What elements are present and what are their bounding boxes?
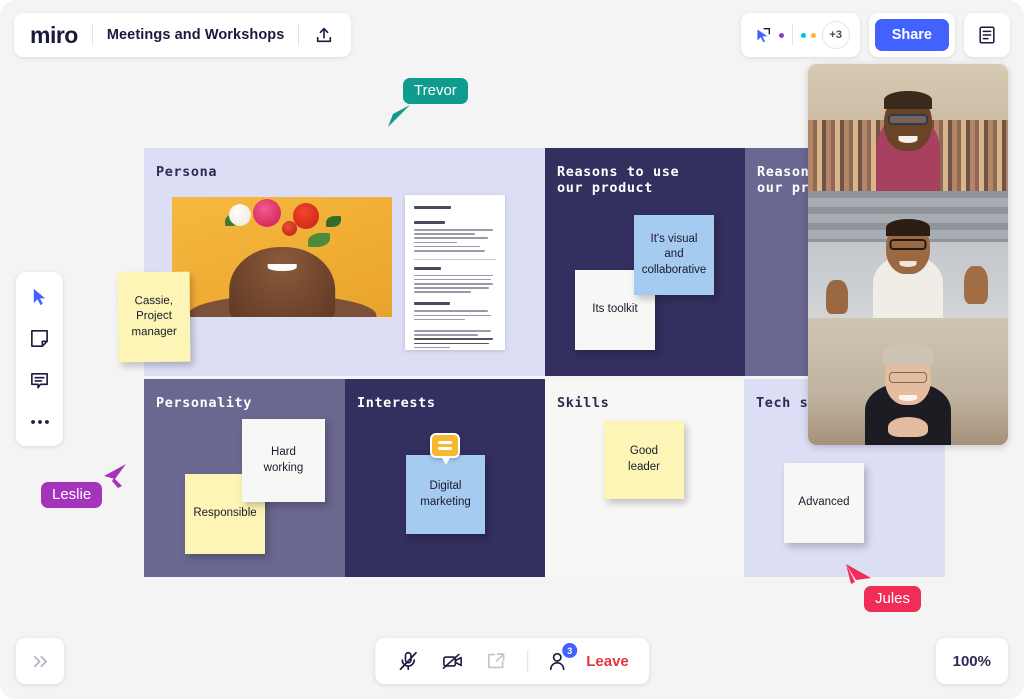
persona-cell-title: Persona (156, 164, 218, 180)
share-group: Share (868, 13, 955, 57)
doc-heading-3 (414, 302, 451, 306)
flower-red (293, 203, 319, 229)
sticky-text: Hard working (263, 445, 304, 474)
avatar-1[interactable] (778, 32, 784, 38)
avatar-divider (791, 24, 793, 46)
sticky-text: Advanced (798, 496, 850, 509)
camera-off-icon[interactable] (439, 648, 465, 674)
sticky-digital-marketing[interactable]: Digital marketing (406, 455, 485, 534)
cursor-label-leslie: Leslie (41, 482, 103, 508)
sticky-text: It's visual and collaborative (641, 232, 707, 276)
comment-tool[interactable] (25, 366, 55, 394)
sticky-text: Responsible (193, 507, 257, 520)
call-controls-bar: 3 Leave (375, 638, 649, 684)
video-tile-1-smile (898, 136, 918, 143)
board-name[interactable]: Meetings and Workshops (107, 27, 285, 43)
share-button[interactable]: Share (874, 19, 949, 51)
avatar-2[interactable] (800, 32, 806, 38)
reasons-cell-1-title: Reasons to use our product (557, 164, 680, 196)
sticky-advanced[interactable]: Advanced (784, 463, 864, 543)
video-tile-2-hair (886, 219, 930, 236)
comment-line-1 (438, 441, 452, 444)
avatar-3[interactable] (810, 32, 816, 38)
sticky-cassie[interactable]: Cassie, Project manager (117, 271, 191, 363)
personality-cell-title: Personality (156, 395, 253, 411)
select-tool[interactable] (25, 282, 55, 310)
more-collaborators-badge[interactable]: +3 (821, 21, 850, 49)
screen-share-icon[interactable] (483, 648, 509, 674)
video-tile-2-thumb-left (826, 280, 848, 314)
sticky-note-tool[interactable] (25, 324, 55, 352)
sticky-hard-working[interactable]: Hard working (242, 419, 325, 502)
left-toolbar (16, 272, 63, 446)
miro-app-window: Persona Reasons to use our product Reaso… (0, 0, 1024, 699)
cursor-arrow-leslie (104, 464, 126, 488)
cursor-arrow-jules (846, 564, 871, 584)
doc-heading-1 (414, 206, 451, 209)
doc-subheading-1 (414, 221, 446, 224)
participant-count-badge: 3 (562, 643, 578, 658)
more-tools[interactable] (25, 408, 55, 436)
comment-badge[interactable] (430, 433, 460, 465)
top-right-controls: +3 Share (740, 13, 1010, 57)
sticky-text: Its toolkit (592, 303, 638, 316)
video-call-panel[interactable] (808, 64, 1008, 445)
flower-leaf-3 (326, 216, 341, 228)
research-doc-card[interactable] (405, 195, 505, 350)
interests-cell-title: Interests (357, 395, 436, 411)
notes-group (964, 13, 1010, 57)
sticky-text: Digital marketing (420, 479, 471, 508)
video-tile-3-glasses (889, 372, 927, 383)
video-tile-2-smile (899, 261, 917, 267)
video-tile-2[interactable] (808, 191, 1008, 318)
follow-cursor-icon[interactable] (751, 23, 775, 47)
video-tile-1-hair (884, 91, 932, 109)
sticky-text: Cassie, Project manager (131, 294, 177, 338)
doc-divider (414, 258, 496, 260)
cursor-label-trevor: Trevor (403, 78, 468, 104)
video-tile-3-smile (899, 395, 917, 401)
cursor-arrow-trevor (388, 105, 410, 127)
controls-divider (527, 650, 529, 672)
comment-line-2 (438, 447, 452, 450)
board-header-bar: miro Meetings and Workshops (14, 13, 352, 57)
miro-logo[interactable]: miro (30, 23, 78, 47)
sticky-visual-collaborative[interactable]: It's visual and collaborative (634, 215, 714, 295)
persona-photo[interactable] (172, 197, 392, 317)
mic-muted-icon[interactable] (395, 648, 421, 674)
flower-pink (253, 199, 282, 228)
persona-face (229, 247, 335, 317)
collaborators-group: +3 (740, 13, 860, 57)
video-tile-2-glasses (889, 239, 927, 250)
expand-panel-button[interactable] (16, 638, 64, 684)
board-notes-icon[interactable] (975, 23, 999, 47)
sticky-good-leader[interactable]: Good leader (604, 421, 684, 499)
participants-button[interactable]: 3 (546, 643, 578, 672)
header-divider-2 (298, 24, 300, 46)
video-tile-3-hands (888, 417, 928, 437)
video-tile-2-thumb-right (964, 266, 988, 304)
header-divider-1 (91, 24, 93, 46)
zoom-level-button[interactable]: 100% (935, 638, 1008, 684)
video-tile-1[interactable] (808, 64, 1008, 191)
video-tile-3[interactable] (808, 318, 1008, 445)
leave-button[interactable]: Leave (586, 653, 629, 670)
flower-leaf-2 (308, 233, 331, 247)
flower-white (229, 204, 252, 227)
skills-cell-title: Skills (557, 395, 610, 411)
flower-small-red (282, 221, 297, 236)
upload-icon[interactable] (313, 24, 335, 46)
video-tile-1-glasses (888, 114, 928, 125)
doc-heading-2 (414, 266, 442, 270)
sticky-text: Good leader (628, 445, 660, 473)
video-tile-3-hair (883, 343, 933, 365)
chevron-double-right-icon (33, 655, 47, 667)
